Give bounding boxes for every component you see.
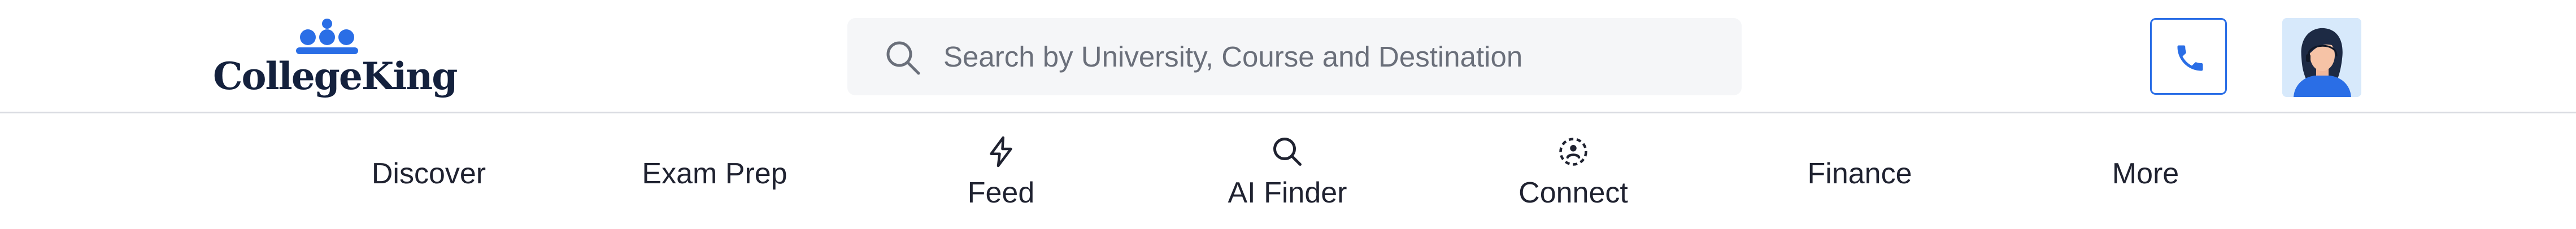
nav-item-discover[interactable]: Discover	[327, 113, 530, 229]
collegeking-logo[interactable]: CollegeKing	[213, 18, 458, 98]
nav-item-label: Feed	[967, 177, 1035, 209]
nav-item-label: Discover	[371, 157, 486, 190]
brand-name: CollegeKing	[213, 54, 458, 98]
connect-icon	[1559, 138, 1587, 166]
nav-item-feed[interactable]: Feed	[899, 113, 1103, 229]
top-header: CollegeKing	[0, 0, 2576, 113]
search-input[interactable]	[943, 35, 1723, 78]
nav-item-label: Connect	[1518, 177, 1628, 209]
nav-item-finance[interactable]: Finance	[1758, 113, 1961, 229]
search-icon	[1273, 138, 1302, 166]
nav-item-ai-finder[interactable]: AI Finder	[1186, 113, 1389, 229]
nav-item-label: More	[2112, 157, 2179, 190]
main-nav: Discover Exam Prep Feed AI Finder Connec…	[0, 113, 2576, 229]
call-button[interactable]	[2150, 18, 2227, 95]
crown-icon	[296, 19, 358, 54]
nav-item-connect[interactable]: Connect	[1472, 113, 1675, 229]
nav-item-label: Exam Prep	[642, 157, 787, 190]
nav-item-label: AI Finder	[1228, 177, 1347, 209]
avatar[interactable]	[2282, 18, 2361, 97]
lightning-icon	[990, 136, 1012, 168]
page: CollegeKing Search by University, Course…	[0, 0, 2576, 229]
nav-item-exam-prep[interactable]: Exam Prep	[613, 113, 816, 229]
search-bar[interactable]	[847, 18, 1742, 95]
nav-item-more[interactable]: More	[2044, 113, 2247, 229]
phone-icon	[2177, 45, 2203, 71]
user-avatar-icon	[2282, 18, 2361, 97]
nav-item-label: Finance	[1807, 157, 1912, 190]
search-icon	[886, 41, 920, 75]
